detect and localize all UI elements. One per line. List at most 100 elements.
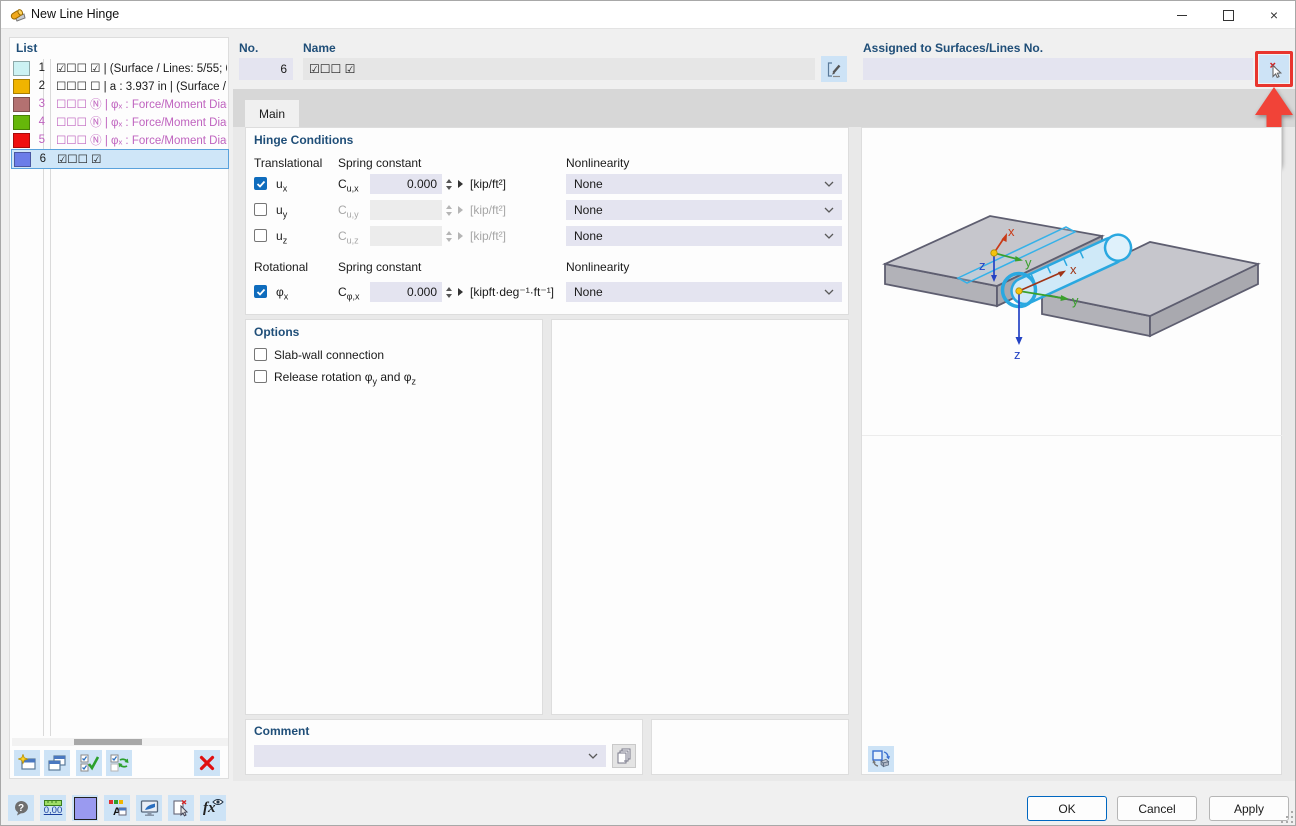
- copy-window-icon: [48, 754, 66, 772]
- list-item-2[interactable]: 2 ☐☐☐ ☐ | a : 3.937 in | (Surface / Li: [11, 77, 227, 95]
- list-item-1[interactable]: 1 ☑☐☐ ☑ | (Surface / Lines: 5/55; 6/: [11, 59, 227, 77]
- list-item-5[interactable]: 5 ☐☐☐ Ⓝ | φₓ : Force/Moment Diag: [11, 131, 227, 149]
- ok-button[interactable]: OK: [1027, 796, 1107, 821]
- axis-z-label: z: [1014, 347, 1021, 362]
- cphix-spinner[interactable]: [446, 284, 452, 300]
- ux-label: ux: [276, 177, 287, 193]
- cphix-detail-arrow[interactable]: [458, 288, 463, 296]
- hinge-color-button[interactable]: [72, 795, 98, 821]
- no-label: No.: [239, 41, 258, 55]
- invert-selection-button[interactable]: [106, 750, 132, 776]
- chevron-down-icon: [824, 207, 834, 213]
- spring-constant-column-header: Spring constant: [338, 156, 421, 170]
- apply-and-pick-button[interactable]: [168, 795, 194, 821]
- toggle-check-icon: [110, 754, 129, 772]
- formula-visibility-button[interactable]: fx: [200, 795, 226, 821]
- axis-y-label: y: [1025, 255, 1032, 270]
- options-header: Options: [254, 325, 299, 339]
- maximize-button[interactable]: [1205, 1, 1251, 29]
- minimize-button[interactable]: [1159, 1, 1205, 29]
- cphix-label: Cφ,x: [338, 285, 360, 301]
- cuy-spinner: [446, 202, 452, 218]
- cuz-label: Cu,z: [338, 229, 359, 245]
- uy-checkbox[interactable]: [254, 203, 267, 216]
- display-properties-button[interactable]: A: [104, 795, 130, 821]
- hinge-list-panel: List 1 ☑☐☐ ☑ | (Surface / Lines: 5/55; 6…: [9, 37, 229, 779]
- cphix-value-input[interactable]: 0.000: [370, 282, 442, 302]
- cux-value-input[interactable]: 0.000: [370, 174, 442, 194]
- cuy-detail-arrow: [458, 206, 463, 214]
- name-input[interactable]: ☑☐☐ ☑: [303, 58, 815, 80]
- resize-grip[interactable]: [1283, 813, 1295, 825]
- display-on-screen-button[interactable]: [136, 795, 162, 821]
- uy-nonlinearity-dropdown[interactable]: None: [566, 200, 842, 220]
- new-line-hinge-dialog: New Line Hinge × List 1 ☑☐☐ ☑ | (Surface…: [0, 0, 1296, 826]
- tab-strip-background: [233, 89, 1296, 127]
- phix-nonlinearity-dropdown[interactable]: None: [566, 282, 842, 302]
- copy-entry-button[interactable]: [44, 750, 70, 776]
- axis-x-label: x: [1070, 262, 1077, 277]
- cuy-unit: [kip/ft²]: [470, 203, 506, 217]
- edit-name-button[interactable]: [821, 56, 847, 82]
- list-item-3[interactable]: 3 ☐☐☐ Ⓝ | φₓ : Force/Moment Diag: [11, 95, 227, 113]
- close-button[interactable]: ×: [1251, 1, 1296, 29]
- assigned-input[interactable]: [863, 58, 1253, 80]
- select-all-button[interactable]: [76, 750, 102, 776]
- assigned-label: Assigned to Surfaces/Lines No.: [863, 41, 1043, 55]
- color-swatch: [13, 61, 30, 76]
- cux-detail-arrow[interactable]: [458, 180, 463, 188]
- cuy-label: Cu,y: [338, 203, 359, 219]
- comment-header: Comment: [254, 724, 309, 738]
- close-icon: ×: [1270, 8, 1278, 22]
- translational-column-header: Translational: [254, 156, 322, 170]
- chevron-down-icon: [588, 753, 598, 759]
- reset-view-button[interactable]: [868, 746, 894, 772]
- comment-dropdown[interactable]: [254, 745, 606, 767]
- options-panel: Options Slab-wall connection Release rot…: [245, 319, 543, 715]
- uz-nonlinearity-dropdown[interactable]: None: [566, 226, 842, 246]
- phix-checkbox[interactable]: [254, 285, 267, 298]
- ux-nonlinearity-dropdown[interactable]: None: [566, 174, 842, 194]
- spring-constant-column-header-2: Spring constant: [338, 260, 421, 274]
- new-entry-button[interactable]: [14, 750, 40, 776]
- rotate-view-icon: [872, 750, 890, 768]
- comment-copy-button[interactable]: [612, 744, 636, 768]
- edit-pencil-icon: [826, 61, 843, 78]
- tab-main[interactable]: Main: [245, 100, 299, 127]
- new-window-icon: [18, 754, 37, 772]
- help-icon: ?: [12, 799, 30, 817]
- list-item-6-selected[interactable]: 6 ☑☐☐ ☑: [11, 149, 229, 169]
- comment-panel: Comment: [245, 719, 643, 775]
- scrollbar-thumb[interactable]: [74, 739, 142, 745]
- uz-label: uz: [276, 229, 287, 245]
- help-button[interactable]: ?: [8, 795, 34, 821]
- ux-checkbox[interactable]: [254, 177, 267, 190]
- name-label: Name: [303, 41, 336, 55]
- hinge-conditions-panel: Hinge Conditions Translational Spring co…: [245, 127, 849, 315]
- document-pick-icon: [172, 799, 190, 817]
- color-swatch: [13, 115, 30, 130]
- slab-wall-checkbox[interactable]: [254, 348, 267, 361]
- monitor-icon: [140, 799, 159, 817]
- cux-spinner[interactable]: [446, 176, 452, 192]
- rotational-column-header: Rotational: [254, 260, 308, 274]
- nonlinearity-column-header: Nonlinearity: [566, 156, 629, 170]
- list-h-scrollbar[interactable]: [12, 738, 228, 746]
- units-settings-button[interactable]: 0,00: [40, 795, 66, 821]
- cancel-button[interactable]: Cancel: [1117, 796, 1197, 821]
- axis-y-label: y: [1072, 293, 1079, 308]
- delete-entry-button[interactable]: [194, 750, 220, 776]
- release-rotation-checkbox[interactable]: [254, 370, 267, 383]
- cuz-unit: [kip/ft²]: [470, 229, 506, 243]
- list-item-4[interactable]: 4 ☐☐☐ Ⓝ | φₓ : Force/Moment Diag: [11, 113, 227, 131]
- color-swatch-icon: [74, 797, 97, 820]
- select-objects-pick-button[interactable]: [1259, 55, 1289, 83]
- no-input[interactable]: 6: [239, 58, 293, 80]
- check-all-icon: [80, 754, 99, 772]
- display-properties-icon: A: [108, 799, 127, 817]
- apply-button[interactable]: Apply: [1209, 796, 1289, 821]
- units-icon: 0,00: [44, 800, 63, 816]
- cuy-value-input: [370, 200, 442, 220]
- uz-checkbox[interactable]: [254, 229, 267, 242]
- pointer-pick-icon: [1264, 59, 1284, 79]
